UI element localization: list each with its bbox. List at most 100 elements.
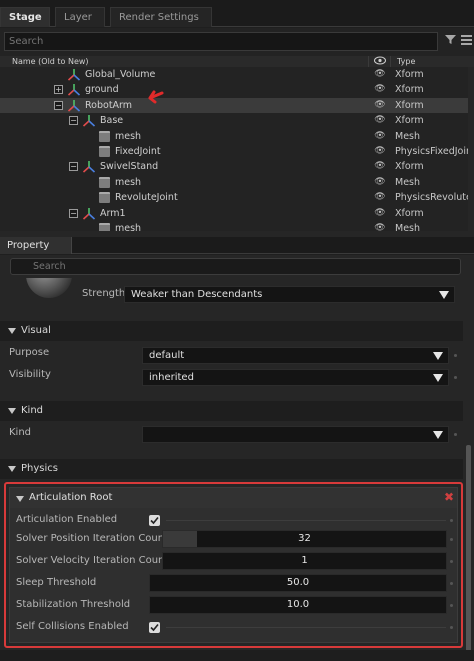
kind-label: Kind	[9, 427, 32, 438]
remove-component-icon[interactable]: ✖	[444, 490, 454, 504]
collapse-minus-icon[interactable]: −	[69, 162, 78, 172]
visibility-dropdown[interactable]: inherited	[142, 369, 449, 386]
visibility-eye-icon[interactable]: 👁	[372, 113, 388, 128]
reset-dot[interactable]	[454, 354, 457, 357]
solver-velocity-field[interactable]: 1	[162, 552, 447, 570]
reset-dot[interactable]	[454, 433, 457, 436]
visibility-eye-icon[interactable]: 👁	[372, 67, 388, 82]
visibility-eye-icon[interactable]: 👁	[372, 129, 388, 144]
visibility-eye-icon[interactable]: 👁	[372, 190, 388, 205]
visibility-eye-icon[interactable]: 👁	[372, 221, 388, 231]
expand-plus-icon[interactable]: +	[54, 85, 63, 95]
property-search-input[interactable]	[10, 258, 461, 275]
section-title: Visual	[21, 325, 51, 336]
dropdown-caret-icon	[433, 374, 443, 382]
tree-row-type: Mesh	[395, 130, 421, 142]
strength-label: Strength	[82, 288, 126, 299]
tree-row-type: Mesh	[395, 223, 421, 231]
strength-dropdown[interactable]: Weaker than Descendants	[124, 286, 455, 303]
tree-row-type: Mesh	[395, 176, 421, 188]
row-divider	[166, 520, 446, 521]
purpose-dropdown[interactable]: default	[142, 347, 449, 364]
filter-icon[interactable]	[443, 33, 457, 50]
tree-row-revolutejoint[interactable]: RevoluteJoint 👁 PhysicsRevolute	[0, 190, 468, 205]
stage-tree: Global_Volume 👁 Xform + ground 👁 Xform −…	[0, 67, 474, 231]
tree-row-ground[interactable]: + ground 👁 Xform	[0, 82, 468, 97]
tree-row-type: Xform	[395, 69, 424, 80]
stabilization-threshold-field[interactable]: 10.0	[149, 596, 447, 614]
self-collisions-checkbox[interactable]	[149, 622, 160, 633]
tree-row-mesh[interactable]: mesh 👁 Mesh	[0, 175, 468, 190]
strength-value: Weaker than Descendants	[131, 289, 263, 300]
section-title: Kind	[21, 405, 44, 416]
sleep-threshold-field[interactable]: 50.0	[149, 574, 447, 592]
visibility-eye-icon[interactable]: 👁	[372, 206, 388, 221]
articulation-enabled-checkbox[interactable]	[149, 515, 160, 526]
section-title: Physics	[21, 463, 58, 474]
collapse-minus-icon[interactable]: −	[54, 100, 63, 110]
row-divider	[166, 627, 446, 628]
articulation-enabled-label: Articulation Enabled	[16, 514, 118, 525]
mesh-icon	[99, 176, 110, 188]
tree-row-mesh[interactable]: mesh 👁 Mesh	[0, 221, 468, 231]
xform-icon	[83, 115, 95, 127]
xform-icon	[68, 99, 80, 112]
kind-dropdown[interactable]	[142, 426, 449, 443]
xform-icon	[83, 161, 95, 173]
reset-dot[interactable]	[450, 582, 453, 585]
tab-stage[interactable]: Stage	[0, 7, 50, 27]
property-vertical-scrollbar[interactable]	[466, 445, 471, 655]
reset-dot[interactable]	[450, 560, 453, 563]
mesh-icon	[99, 223, 110, 231]
tree-row-swivelstand[interactable]: − SwivelStand 👁 Xform	[0, 159, 468, 174]
joint-icon	[99, 146, 110, 157]
tree-row-type: Xform	[395, 161, 424, 173]
stage-vertical-scrollbar[interactable]	[468, 67, 474, 231]
visibility-eye-icon[interactable]: 👁	[372, 82, 388, 97]
articulation-root-header[interactable]: Articulation Root ✖	[10, 488, 457, 508]
tree-row-label: Arm1	[100, 207, 126, 219]
tree-row-label: mesh	[115, 176, 142, 188]
stage-search-input[interactable]	[4, 32, 438, 51]
reset-dot[interactable]	[450, 626, 453, 629]
reset-dot[interactable]	[450, 604, 453, 607]
visibility-eye-icon[interactable]: 👁	[372, 144, 388, 159]
physics-section-header[interactable]: Physics	[0, 459, 463, 479]
tree-row-type: Xform	[395, 99, 424, 111]
xform-icon	[68, 84, 80, 96]
column-name-header[interactable]: Name (Old to New)	[12, 56, 89, 67]
tree-row-type: Xform	[395, 115, 424, 127]
column-type-header[interactable]: Type	[397, 56, 415, 67]
tree-row-global-volume[interactable]: Global_Volume 👁 Xform	[0, 67, 468, 82]
reset-dot[interactable]	[450, 519, 453, 522]
tab-layer[interactable]: Layer	[55, 7, 105, 27]
collapse-minus-icon[interactable]: −	[69, 208, 78, 218]
tree-row-mesh[interactable]: mesh 👁 Mesh	[0, 129, 468, 144]
tree-row-label: ground	[85, 84, 119, 96]
reset-dot[interactable]	[450, 538, 453, 541]
visibility-eye-icon[interactable]: 👁	[372, 159, 388, 174]
tree-row-type: Xform	[395, 207, 424, 219]
kind-section-header[interactable]: Kind	[0, 401, 463, 421]
stabilization-threshold-label: Stabilization Threshold	[16, 599, 131, 610]
visibility-eye-icon[interactable]: 👁	[372, 175, 388, 190]
tab-property[interactable]: Property	[0, 237, 72, 254]
menu-icon[interactable]	[459, 33, 473, 50]
visibility-eye-icon[interactable]: 👁	[372, 98, 388, 113]
tree-row-label: mesh	[115, 130, 142, 142]
tree-row-fixedjoint[interactable]: FixedJoint 👁 PhysicsFixedJoint	[0, 144, 468, 159]
tree-header: Name (Old to New) Type	[0, 56, 474, 67]
collapse-minus-icon[interactable]: −	[69, 116, 78, 126]
tab-render-settings[interactable]: Render Settings	[110, 7, 212, 27]
solver-position-value: 32	[298, 533, 311, 544]
visual-section-header[interactable]: Visual	[0, 321, 463, 341]
solver-position-slider[interactable]: 32	[162, 530, 447, 548]
solver-velocity-value: 1	[301, 555, 308, 566]
reset-dot[interactable]	[454, 376, 457, 379]
tree-row-robotarm[interactable]: − RobotArm 👁 Xform	[0, 97, 468, 114]
tree-row-label: Base	[100, 115, 124, 127]
tree-row-arm1[interactable]: − Arm1 👁 Xform	[0, 206, 468, 221]
tree-row-label: mesh	[115, 223, 142, 231]
tree-row-label: SwivelStand	[100, 161, 159, 173]
tree-row-base[interactable]: − Base 👁 Xform	[0, 113, 468, 128]
